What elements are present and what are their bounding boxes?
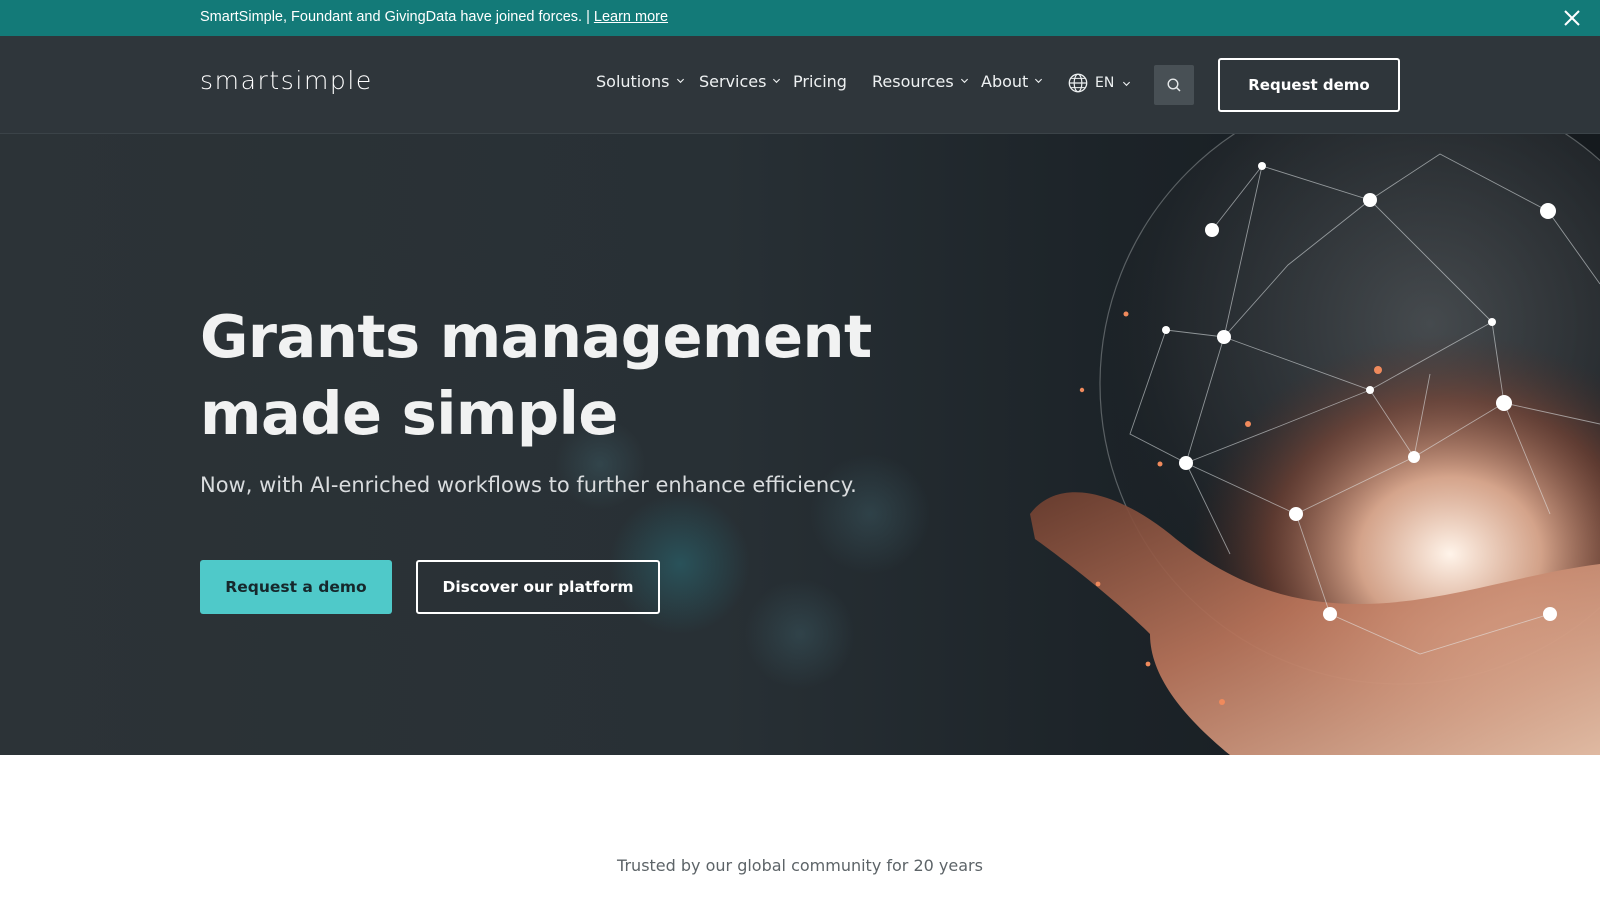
chevron-down-icon — [1035, 78, 1043, 84]
nav-services[interactable]: Services — [699, 72, 781, 91]
hero-title-line2: made simple — [200, 379, 618, 448]
language-label: EN — [1095, 75, 1115, 91]
nav-resources[interactable]: Resources — [872, 72, 969, 91]
nav-label: Solutions — [596, 72, 670, 91]
chevron-down-icon — [1123, 81, 1131, 86]
nav-solutions[interactable]: Solutions — [596, 72, 685, 91]
chevron-down-icon — [676, 78, 684, 84]
main-nav: Solutions Services Pricing Resources Abo… — [0, 36, 1600, 134]
chevron-down-icon — [773, 78, 781, 84]
announcement-text: SmartSimple, Foundant and GivingData hav… — [200, 9, 668, 25]
globe-icon — [1068, 73, 1088, 93]
site-header: smartsimple Solutions Services Pricing R… — [0, 36, 1600, 134]
search-button[interactable] — [1154, 65, 1194, 105]
nav-label: About — [981, 72, 1029, 91]
nav-label: Pricing — [793, 72, 847, 91]
nav-label: Services — [699, 72, 767, 91]
search-icon — [1167, 78, 1181, 92]
nav-pricing[interactable]: Pricing — [793, 72, 847, 91]
nav-label: Resources — [872, 72, 954, 91]
learn-more-link[interactable]: Learn more — [594, 9, 668, 25]
hero-section: Grants management made simple Now, with … — [0, 134, 1600, 755]
announcement-message: SmartSimple, Foundant and GivingData hav… — [200, 9, 590, 25]
nav-about[interactable]: About — [981, 72, 1043, 91]
language-selector[interactable]: EN — [1067, 72, 1131, 94]
trusted-text: Trusted by our global community for 20 y… — [617, 856, 983, 875]
chevron-down-icon — [960, 78, 968, 84]
hero-title-line1: Grants management — [200, 302, 872, 371]
request-demo-button[interactable]: Request demo — [1218, 58, 1400, 112]
close-icon[interactable] — [1562, 8, 1582, 28]
discover-platform-button[interactable]: Discover our platform — [416, 560, 660, 614]
hero-title: Grants management made simple — [200, 298, 900, 452]
announcement-bar: SmartSimple, Foundant and GivingData hav… — [0, 0, 1600, 36]
hero-subtitle: Now, with AI-enriched workflows to furth… — [200, 473, 857, 497]
request-a-demo-button[interactable]: Request a demo — [200, 560, 392, 614]
